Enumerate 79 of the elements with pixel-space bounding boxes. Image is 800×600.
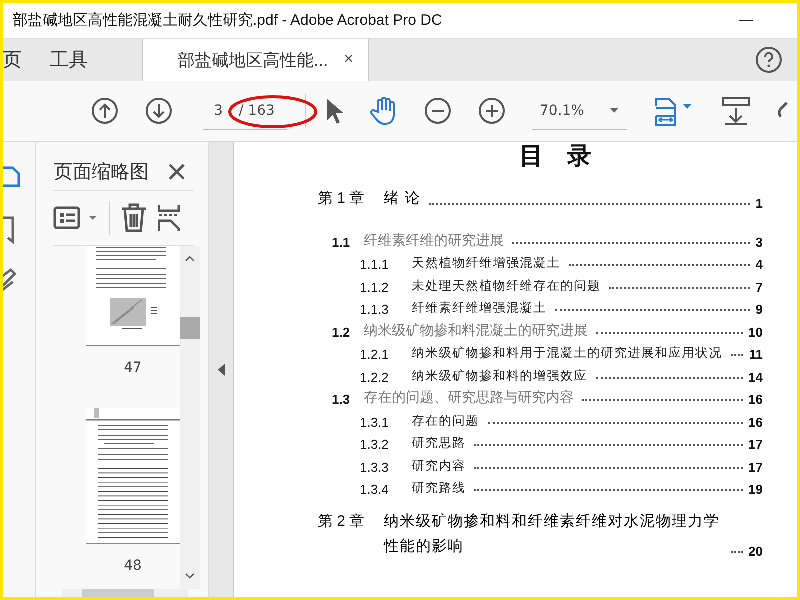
page-thumbnail[interactable] (86, 246, 180, 346)
options-menu-icon[interactable] (53, 205, 99, 231)
entry-number: 1.2 (332, 324, 352, 340)
scroll-down-icon[interactable] (185, 573, 195, 579)
entry-number: 1.3.4 (360, 482, 390, 497)
entry-number: 1.3.1 (360, 414, 390, 430)
hand-icon[interactable] (370, 96, 398, 126)
pointer-icon[interactable] (324, 97, 344, 125)
tab[interactable]: 工具 (36, 39, 102, 81)
arrow-down-icon[interactable] (145, 97, 173, 125)
entry-title[interactable]: 研究路线 (402, 480, 466, 497)
entry-page: 1 (756, 196, 763, 211)
pen-icon[interactable] (3, 266, 17, 292)
rule-down-icon[interactable] (721, 96, 752, 126)
page-number-field[interactable]: 3 (203, 102, 223, 118)
minimize-icon[interactable] (739, 20, 753, 22)
entry-title[interactable]: 研究思路 (402, 435, 466, 452)
entry-title[interactable]: 纤维素纤维的研究进展 (364, 232, 504, 250)
panel-title: 页面缩略图 (54, 161, 149, 185)
entry-page: 16 (748, 414, 763, 430)
entry-title[interactable]: 存在的问题 (402, 412, 480, 430)
entry-page: 10 (748, 324, 763, 340)
entry-title[interactable]: 绪 论 (384, 186, 422, 211)
zoom-dropdown[interactable]: 70.1% (532, 92, 628, 130)
entry-number: 1.3.2 (360, 437, 390, 452)
entry-page: 4 (756, 257, 763, 272)
entry-page: 19 (748, 482, 763, 497)
entry-title[interactable]: 天然植物纤维增强混凝土 (402, 255, 560, 272)
entry-number: 1.2.2 (360, 370, 390, 384)
entry-number: 1.3.3 (360, 460, 390, 474)
entry-page: 17 (748, 460, 763, 474)
entry-page: 17 (748, 437, 763, 452)
arrow-up-icon[interactable] (91, 97, 119, 125)
tab[interactable]: 部盐碱地区高性能... × (142, 39, 369, 81)
entry-page: 9 (756, 302, 763, 317)
entry-number: 第 1 章 (318, 189, 366, 209)
entry-number: 1.1.2 (360, 280, 390, 294)
dot-leader (730, 551, 743, 553)
page-count: / 163 (239, 102, 275, 118)
entry-number: 1.3 (332, 392, 352, 407)
entry-title[interactable]: 存在的问题、研究思路与研究内容 (364, 389, 574, 407)
scroll-thumb[interactable] (180, 316, 200, 338)
tab[interactable]: 页 (3, 39, 36, 81)
entry-page: 7 (756, 280, 763, 294)
entry-title[interactable]: 未处理天然植物纤维存在的问题 (402, 278, 601, 294)
entry-title[interactable]: 研究内容 (402, 458, 466, 474)
entry-number: 1.1.1 (360, 257, 390, 272)
entry-page: 16 (748, 392, 763, 407)
bookmark-icon[interactable] (3, 214, 17, 244)
page-number: 48 (124, 558, 142, 574)
entry-page: 3 (756, 234, 763, 250)
entry-title[interactable]: 纳米级矿物掺和料的增强效应 (402, 368, 588, 384)
zoom-out-icon[interactable] (424, 97, 452, 125)
entry-page: 14 (748, 370, 763, 384)
zoom-in-icon[interactable] (478, 97, 506, 125)
page-thumbnail[interactable] (86, 408, 180, 544)
scrollbar[interactable] (180, 246, 200, 589)
caret-icon[interactable] (610, 108, 620, 113)
page-number: 47 (124, 360, 142, 376)
entry-number: 1.2.1 (360, 347, 390, 362)
close-icon[interactable] (168, 163, 186, 181)
scroll-up-icon[interactable] (185, 256, 195, 262)
entry-title[interactable]: 纤维素纤维增强混凝土 (402, 300, 547, 317)
entry-page: 20 (748, 544, 763, 559)
dot-leader (730, 354, 744, 356)
window-title: 部盐碱地区高性能混凝土耐久性研究.pdf - Adobe Acrobat Pro DC (13, 11, 442, 30)
crop-page-icon[interactable] (158, 203, 180, 233)
entry-page: 11 (749, 347, 763, 362)
entry-number: 1.1 (332, 234, 352, 250)
entry-number: 第 2 章 (318, 512, 366, 532)
toc-heading: 目 录 (518, 142, 592, 170)
entry-number: 1.1.3 (360, 302, 390, 317)
entry-title[interactable]: 纳米级矿物掺和料用于混凝土的研究进展和应用状况 (402, 345, 722, 362)
trash-icon[interactable] (120, 203, 148, 233)
entry-title[interactable]: 纳米级矿物掺和料混凝土的研究进展 (364, 322, 588, 340)
help-icon[interactable] (755, 46, 783, 74)
entry-title[interactable]: 纳米级矿物掺和料和纤维素纤维对水泥物理力学性能的影响 (384, 509, 723, 559)
horizontal-scrollbar[interactable] (62, 589, 188, 597)
collapse-arrow-icon[interactable] (218, 364, 224, 376)
